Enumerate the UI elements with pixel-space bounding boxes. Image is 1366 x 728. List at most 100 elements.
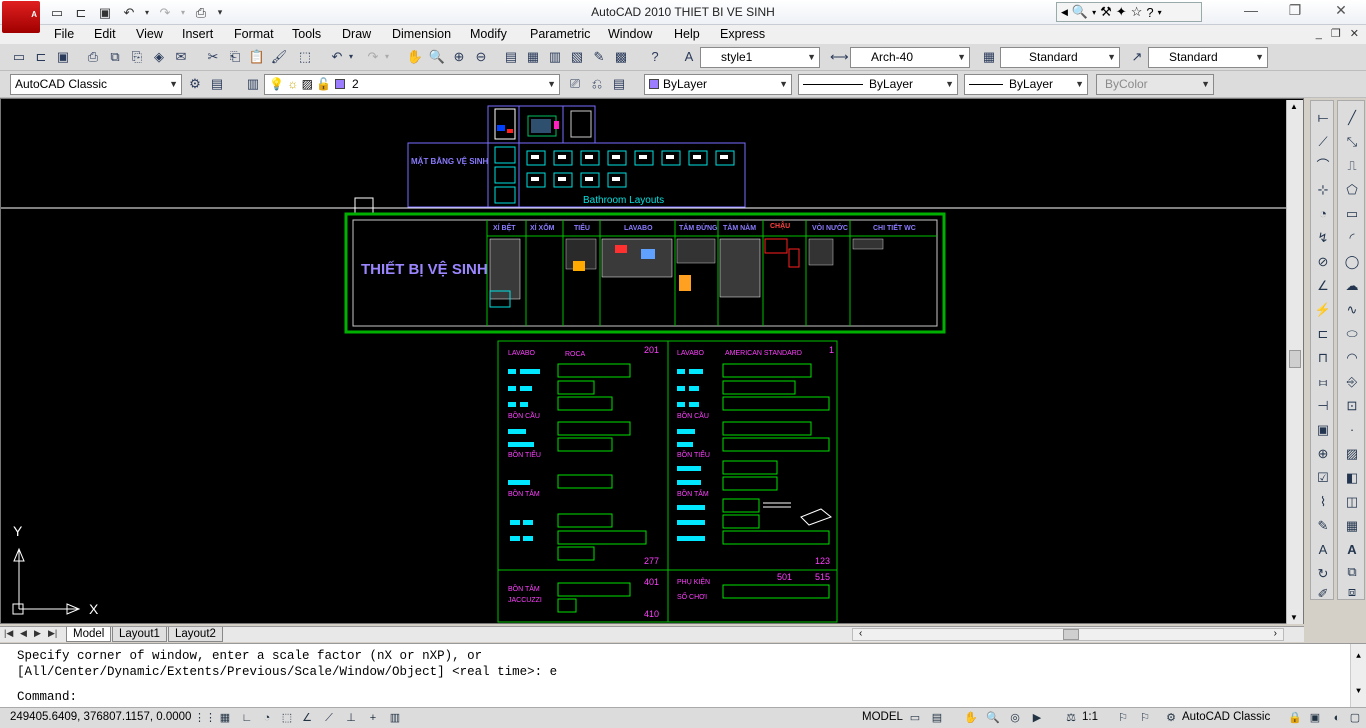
grid-display-icon[interactable]: ▦ [216,710,234,726]
inspection-icon[interactable]: ☑ [1314,469,1332,487]
workspace-settings-icon[interactable]: ⚙ [186,75,204,93]
menu-window[interactable]: Window [608,27,652,41]
table-style-select[interactable]: Standard ▼ [1000,47,1120,68]
previous-tab-icon[interactable]: ◀ [20,628,27,639]
multileader-style-select[interactable]: Standard ▼ [1148,47,1268,68]
baseline-dimension-icon[interactable]: ⊏ [1314,325,1332,343]
text-style-select[interactable]: style1 ▼ [700,47,820,68]
ellipse-arc-icon[interactable]: ◠ [1343,349,1361,367]
dimension-edit-icon[interactable]: ✎ [1314,517,1332,535]
menu-insert[interactable]: Insert [182,27,213,41]
properties-icon[interactable]: ▤ [502,48,520,66]
menu-edit[interactable]: Edit [94,27,116,41]
help-dropdown-icon[interactable]: ▾ [1158,8,1162,17]
3d-object-snap-icon[interactable]: ∠ [298,710,316,726]
hardware-acceleration-icon[interactable]: ▣ [1306,710,1324,726]
zoom-previous-icon[interactable]: ⊖ [472,48,490,66]
auto-scale-icon[interactable]: ⚐ [1136,710,1154,726]
object-snap-tracking-icon[interactable]: ⟋ [320,710,338,726]
minimize-icon[interactable]: — [1236,2,1266,22]
etransmit-icon[interactable]: ✉ [172,48,190,66]
object-snap-icon[interactable]: ⬚ [278,710,296,726]
pan-icon[interactable]: ✋ [962,710,980,726]
scroll-down-icon[interactable]: ▼ [1351,687,1366,696]
favorites-star-icon[interactable]: ☆ [1131,4,1143,20]
quick-view-layouts-icon[interactable]: ▭ [906,710,924,726]
hatch-icon[interactable]: ▨ [1343,445,1361,463]
dimension-style-icon[interactable]: ⟷ [830,48,849,66]
communication-icon[interactable]: ✦ [1116,4,1127,20]
tool-palettes-icon[interactable]: ▥ [546,48,564,66]
zoom-icon[interactable]: 🔍 [984,710,1002,726]
allow-dynamic-ucs-icon[interactable]: ⊥ [342,710,360,726]
dimension-style-edit-icon[interactable]: ✐ [1314,585,1332,603]
publish-icon[interactable]: ⎘ [128,48,146,66]
aligned-dimension-icon[interactable]: ⟋ [1314,133,1332,151]
point-icon[interactable]: · [1343,421,1361,439]
horizontal-scroll-thumb[interactable] [1063,629,1079,640]
linear-dimension-icon[interactable]: ⟝ [1314,109,1332,127]
scroll-up-icon[interactable]: ▲ [1351,652,1366,661]
menu-help[interactable]: Help [674,27,700,41]
workspace-select[interactable]: AutoCAD Classic ▼ [10,74,182,95]
help-icon[interactable]: ? [646,48,664,66]
insert-block-icon[interactable]: ⎆ [1343,373,1361,391]
isolate-objects-icon[interactable]: ◐ [1328,710,1346,726]
markup-set-icon[interactable]: ✎ [590,48,608,66]
quick-view-drawings-icon[interactable]: ▤ [928,710,946,726]
gradient-icon[interactable]: ◧ [1343,469,1361,487]
subscription-icon[interactable]: ⚒ [1100,4,1112,20]
close-icon[interactable]: ✕ [1326,2,1356,22]
drawing-area[interactable]: MẶT BẰNG VỆ SINH Bathroom Layouts THIẾT … [0,98,1304,624]
quickcalc-icon[interactable]: ▩ [612,48,630,66]
undo-dropdown-icon[interactable]: ▾ [346,48,356,66]
linetype-select[interactable]: ByLayer ▼ [798,74,958,95]
continue-dimension-icon[interactable]: ⊓ [1314,349,1332,367]
plot-icon[interactable]: ⎙ [84,48,102,66]
ordinate-dimension-icon[interactable]: ⊹ [1314,181,1332,199]
table-style-icon[interactable]: ▦ [980,48,998,66]
angular-dimension-icon[interactable]: ∠ [1314,277,1332,295]
showmotion-icon[interactable]: ▶ [1028,710,1046,726]
coordinate-display[interactable]: 249405.6409, 376807.1157, 0.0000 [10,711,191,723]
make-object-layer-current-icon[interactable]: ⎚ [566,75,584,93]
command-scrollbar[interactable]: ▲ ▼ [1350,644,1366,708]
menu-draw[interactable]: Draw [342,27,371,41]
color-select[interactable]: ByLayer ▼ [644,74,792,95]
arc-icon[interactable]: ◜ [1343,229,1361,247]
command-line-window[interactable]: Specify corner of window, enter a scale … [0,643,1366,708]
scroll-right-icon[interactable]: › [1274,628,1277,639]
region-icon[interactable]: ◫ [1343,493,1361,511]
quick-dimension-icon[interactable]: ⚡ [1314,301,1332,319]
workspace-switching-icon[interactable]: ⚙ [1162,710,1180,726]
dimension-style-select[interactable]: Arch-40 ▼ [850,47,970,68]
model-space-toggle[interactable]: MODEL [862,711,903,723]
circle-icon[interactable]: ◯ [1343,253,1361,271]
zoom-realtime-icon[interactable]: 🔍 [428,48,446,66]
search-dropdown-icon[interactable]: ▾ [1092,8,1096,17]
redo-dropdown-icon[interactable]: ▾ [382,48,392,66]
tab-layout1[interactable]: Layout1 [112,627,167,642]
menu-tools[interactable]: Tools [292,27,321,41]
center-mark-icon[interactable]: ⊕ [1314,445,1332,463]
collapse-arrow-icon[interactable]: ◀ [1061,7,1068,18]
scroll-down-icon[interactable]: ▼ [1290,613,1298,622]
save-icon[interactable]: ▣ [54,48,72,66]
ortho-mode-icon[interactable]: ∟ [238,710,256,726]
workspace-toolbar-icon[interactable]: ▤ [208,75,226,93]
line-icon[interactable]: ╱ [1343,109,1361,127]
vertical-scrollbar[interactable]: ▲ ▼ [1286,100,1303,624]
spline-icon[interactable]: ∿ [1343,301,1361,319]
text-style-icon[interactable]: A [680,48,698,66]
toolbar-lock-icon[interactable]: 🔒 [1286,710,1304,726]
redo-icon[interactable]: ↷ [364,48,382,66]
last-tab-icon[interactable]: ▶| [48,628,57,639]
stretch-icon[interactable]: ⧈ [1343,583,1361,601]
restore-icon[interactable]: ❐ [1280,2,1310,22]
arc-length-icon[interactable]: ⌒ [1314,157,1332,175]
menu-modify[interactable]: Modify [470,27,507,41]
sheet-set-icon[interactable]: ▧ [568,48,586,66]
diameter-dimension-icon[interactable]: ⊘ [1314,253,1332,271]
drawing-window-controls[interactable]: _ ❐ ✕ [1316,27,1362,40]
polar-tracking-icon[interactable]: ◔ [258,710,276,726]
